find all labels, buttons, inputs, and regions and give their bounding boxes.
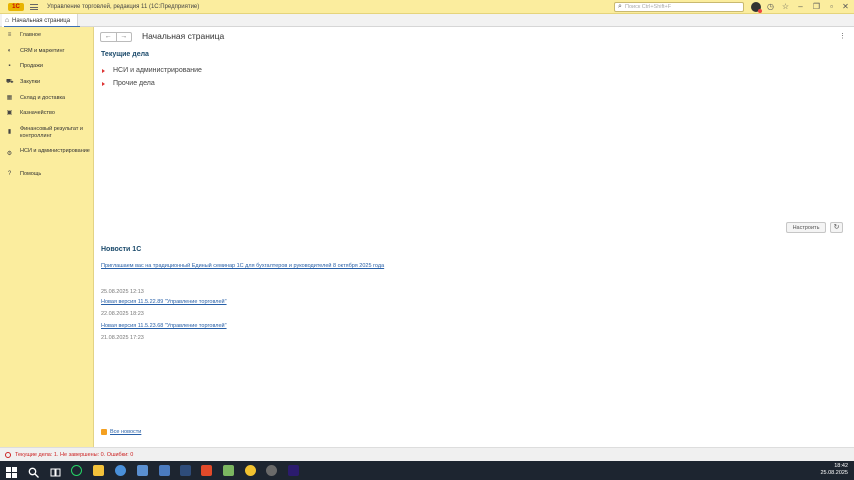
sidebar-item-sales[interactable]: ▪ Продажи [0, 63, 94, 70]
sidebar-item-warehouse[interactable]: ▦ Склад и доставка [0, 95, 94, 102]
history-icon[interactable]: ◷ [765, 2, 776, 12]
help-icon: ? [7, 171, 12, 177]
sales-icon: ▪ [8, 63, 11, 69]
1c-app-icon[interactable] [201, 465, 212, 476]
tab-home-page[interactable]: ⌂ Начальная страница [2, 14, 80, 28]
warehouse-icon: ▦ [6, 95, 13, 101]
sidebar-item-label: Склад и доставка [20, 95, 66, 101]
task-view-icon[interactable] [50, 465, 61, 477]
sidebar-item-finance[interactable]: ▮ Финансовый результат и контроллинг [0, 126, 94, 140]
news-link[interactable]: Приглашаем вас на традиционный Единый се… [101, 263, 384, 269]
sidebar: ≡ Главное ◐ CRM и маркетинг ▪ Продажи ⛟ … [0, 27, 94, 447]
expand-arrow-icon [102, 81, 105, 86]
whatsapp-icon[interactable] [71, 465, 82, 476]
gear-icon: ⚙ [6, 151, 13, 157]
news-link[interactable]: Новая версия 11.5.23.68 "Управление торг… [101, 323, 227, 329]
search-icon[interactable] [28, 465, 39, 478]
task-item[interactable]: НСИ и администрирование [102, 67, 202, 74]
menu-lines-icon: ≡ [7, 32, 12, 38]
clock-date: 25.08.2025 [820, 470, 848, 476]
windows-start-icon[interactable] [6, 465, 17, 478]
news-date: 22.08.2025 18:23 [101, 311, 144, 317]
title-bar: 1С Управление торговлей, редакция 11 (1С… [0, 0, 854, 14]
task-label: Прочие дела [113, 80, 155, 87]
current-tasks-title: Текущие дела [101, 51, 149, 58]
news-title: Новости 1С [101, 246, 142, 253]
sidebar-item-label: НСИ и администрирование [20, 148, 90, 154]
task-manager-icon[interactable] [180, 465, 191, 476]
more-menu-icon[interactable]: ⋮ [839, 32, 846, 40]
file-explorer-icon[interactable] [93, 465, 104, 476]
news-link[interactable]: Новая версия 11.5.22.89 "Управление торг… [101, 299, 227, 305]
sidebar-item-admin[interactable]: ⚙ НСИ и администрирование [0, 148, 94, 158]
remote-desktop-icon[interactable] [137, 465, 148, 476]
expand-arrow-icon [102, 68, 105, 73]
notification-icon[interactable] [5, 451, 11, 458]
close-icon[interactable]: ✕ [840, 2, 851, 12]
main-content: ← → Начальная страница ⋮ Текущие дела НС… [95, 27, 854, 447]
sidebar-item-label: Главное [20, 32, 42, 38]
chart-icon: ▮ [7, 129, 12, 135]
network-globe-icon[interactable] [115, 465, 126, 476]
search-box[interactable]: ⌕ Поиск Ctrl+Shift+F [614, 2, 744, 12]
system-clock[interactable]: 18:42 25.08.2025 [820, 463, 848, 477]
tab-label: Начальная страница [12, 17, 71, 24]
calculator-icon[interactable] [223, 465, 234, 476]
sidebar-item-label: Финансовый результат и контроллинг [20, 126, 83, 139]
sidebar-item-treasury[interactable]: ▣ Казначейство [0, 110, 94, 117]
hamburger-icon[interactable] [30, 3, 38, 10]
cart-icon: ⛟ [6, 79, 14, 85]
status-bar: Текущие дела: 1. Не завершены: 0. Ошибки… [0, 447, 854, 461]
restore-icon[interactable]: ❐ [811, 2, 822, 12]
task-label: НСИ и администрирование [113, 67, 202, 74]
task-item[interactable]: Прочие дела [102, 80, 155, 87]
forward-button[interactable]: → [117, 33, 132, 41]
status-text[interactable]: Текущие дела: 1. Не завершены: 0. Ошибки… [15, 452, 133, 458]
search-icon: ⌕ [618, 3, 622, 10]
news-date: 21.08.2025 17:23 [101, 335, 144, 341]
sidebar-item-label: Закупки [20, 79, 41, 85]
windows-taskbar: 18:42 25.08.2025 [0, 461, 854, 480]
rss-icon [101, 429, 107, 435]
app-window: 1С Управление торговлей, редакция 11 (1С… [0, 0, 854, 480]
photo-viewer-icon[interactable] [266, 465, 277, 476]
page-title: Начальная страница [142, 31, 225, 41]
news-date: 25.08.2025 12:13 [101, 289, 144, 295]
clock-time: 18:42 [834, 463, 848, 469]
sidebar-item-main[interactable]: ≡ Главное [0, 32, 94, 39]
control-panel-icon[interactable] [159, 465, 170, 476]
star-icon[interactable]: ☆ [780, 2, 791, 12]
user-avatar-icon[interactable] [751, 2, 762, 13]
sidebar-item-purchases[interactable]: ⛟ Закупки [0, 79, 94, 86]
1c-logo: 1С [8, 2, 24, 11]
refresh-button[interactable]: ↻ [830, 222, 843, 233]
tab-strip: ⌂ Начальная страница [0, 14, 854, 28]
maximize-icon[interactable]: ▫ [826, 2, 837, 12]
sidebar-item-crm[interactable]: ◐ CRM и маркетинг [0, 48, 94, 55]
sidebar-item-label: Продажи [20, 63, 43, 69]
chrome-icon[interactable] [245, 465, 256, 476]
configure-button[interactable]: Настроить [786, 222, 826, 233]
nav-buttons: ← → [100, 32, 132, 42]
treasury-icon: ▣ [6, 110, 13, 116]
search-input[interactable]: Поиск Ctrl+Shift+F [625, 4, 671, 10]
sidebar-item-label: Помощь [20, 171, 42, 177]
minimize-icon[interactable]: – [795, 2, 806, 12]
sidebar-item-help[interactable]: ? Помощь [0, 171, 94, 178]
sidebar-item-label: CRM и маркетинг [20, 48, 65, 54]
app-title: Управление торговлей, редакция 11 (1С:Пр… [47, 3, 200, 10]
crm-icon: ◐ [7, 48, 12, 54]
home-icon: ⌂ [4, 17, 10, 24]
sidebar-item-label: Казначейство [20, 110, 55, 116]
premiere-icon[interactable] [288, 465, 299, 476]
back-button[interactable]: ← [101, 33, 117, 41]
all-news-link[interactable]: Все новости [110, 429, 141, 435]
